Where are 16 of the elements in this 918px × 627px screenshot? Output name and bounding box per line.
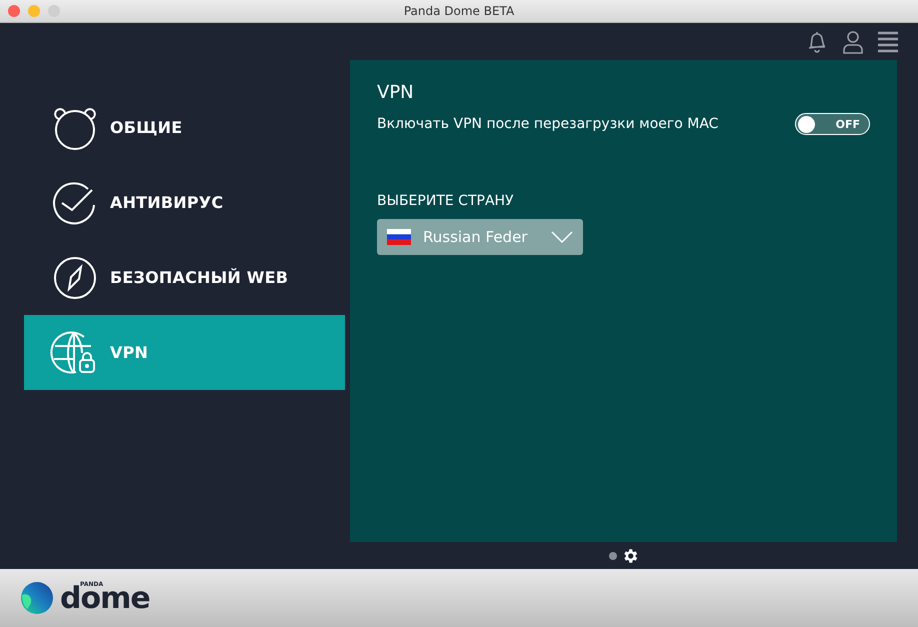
page-dot[interactable] [608,552,616,560]
sidebar-item[interactable]: АНТИВИРУС [24,165,345,240]
sidebar-item[interactable]: БЕЗОПАСНЫЙ WEB [24,240,345,315]
chevron-down-icon [551,231,573,243]
logo-icon [20,581,54,615]
user-icon[interactable] [842,30,864,54]
menu-icon[interactable] [878,30,898,52]
toggle-switch[interactable]: OFF [795,113,870,135]
setting-label: Включать VPN после перезагрузки моего MAC [377,116,718,132]
flag-icon [387,229,411,245]
logo-text: dome [60,584,150,614]
panel-title: VPN [377,82,415,103]
sidebar-item[interactable]: ОБЩИЕ [24,90,345,165]
country-label: ВЫБЕРИТЕ СТРАНУ [377,193,515,209]
window-title: Panda Dome BETA [404,4,514,18]
bell-icon[interactable] [806,30,828,54]
